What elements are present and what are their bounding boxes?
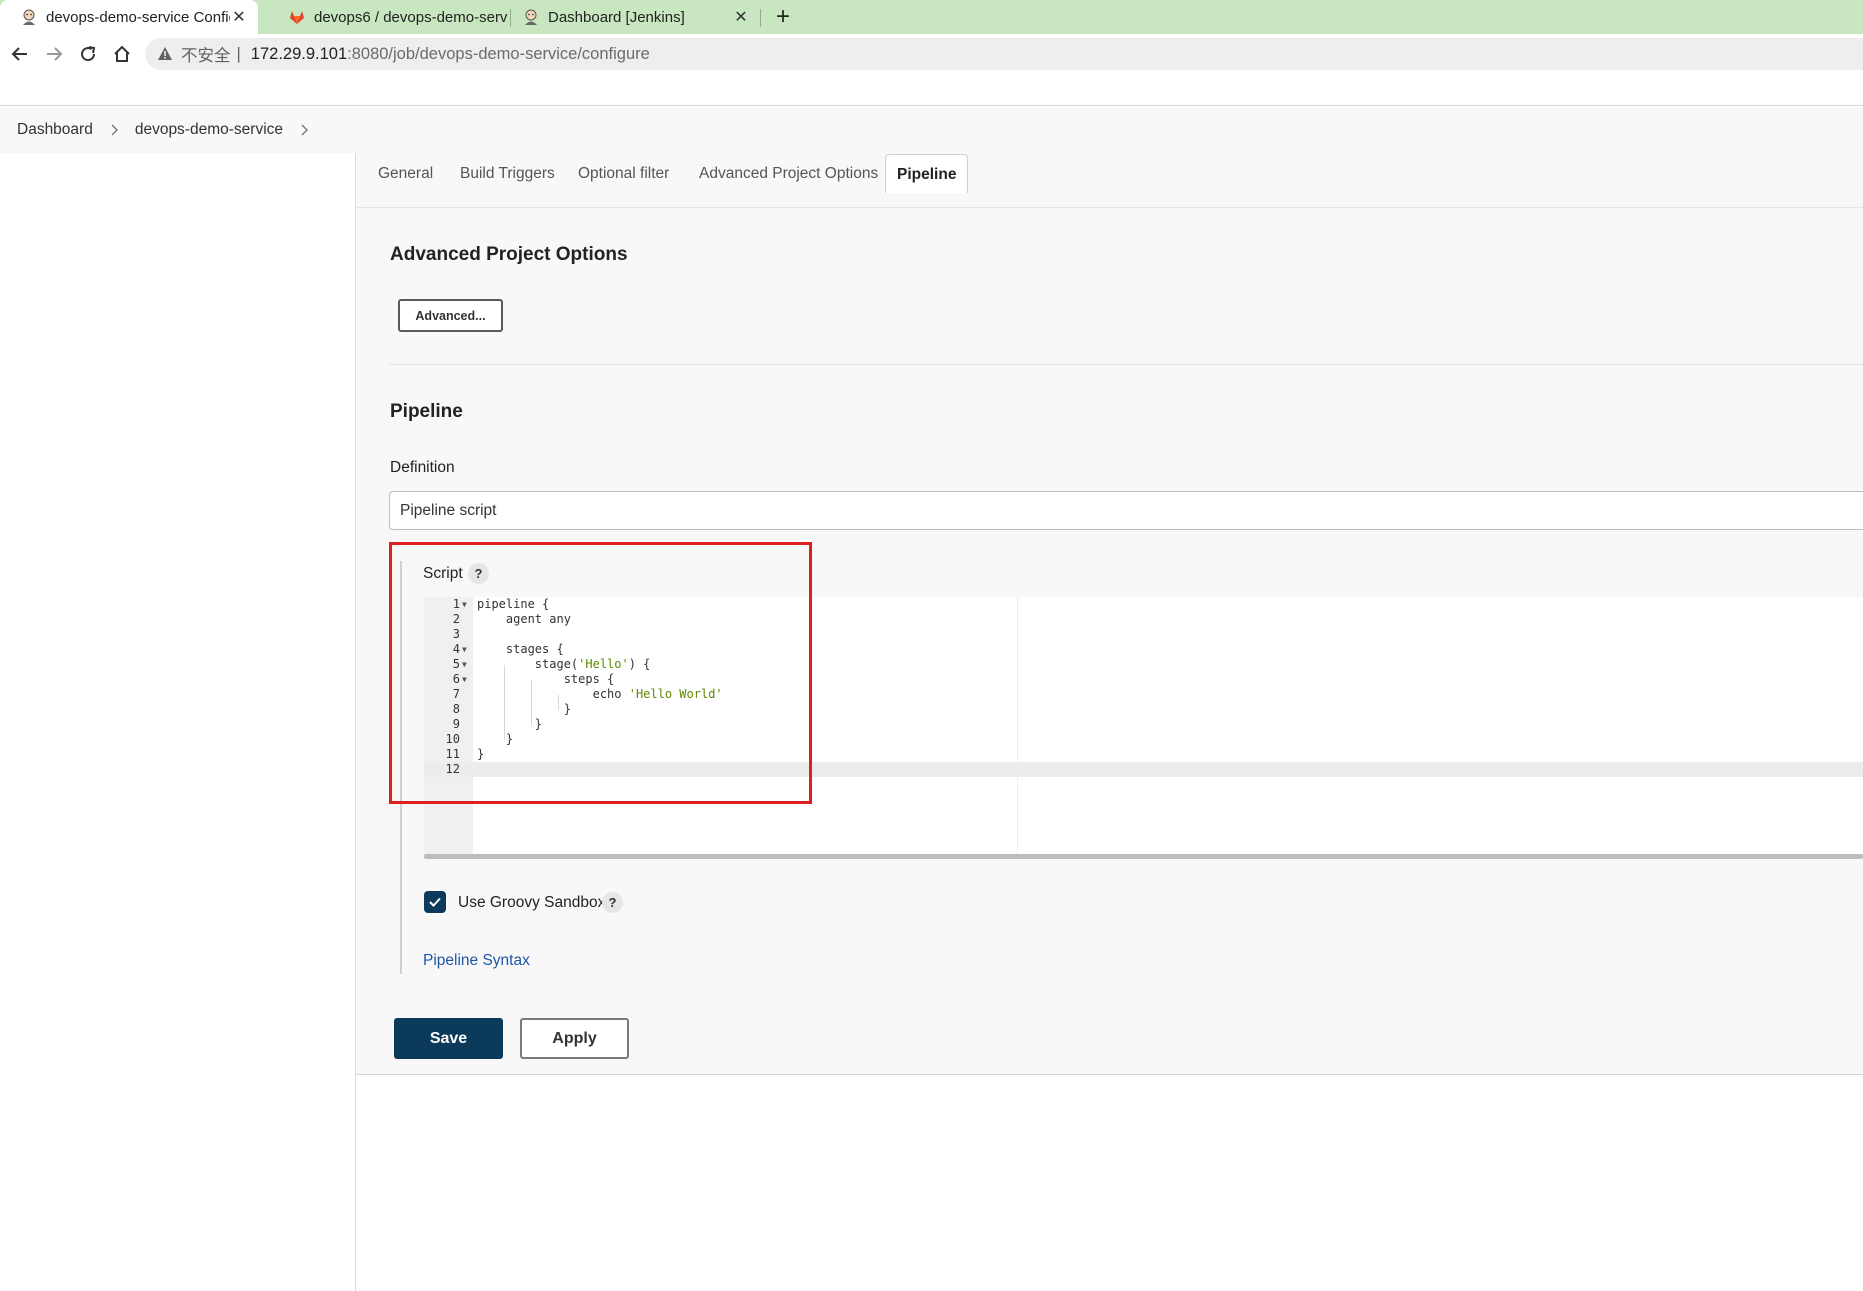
section-title-pipeline: Pipeline [390, 401, 463, 422]
back-button[interactable] [6, 40, 34, 68]
definition-label: Definition [390, 459, 455, 476]
jenkins-icon [522, 8, 540, 26]
browser-toolbar: 不安全 | 172.29.9.101 :8080/job/devops-demo… [0, 34, 1863, 74]
section-title-advanced: Advanced Project Options [390, 244, 628, 265]
advanced-button[interactable]: Advanced... [398, 299, 503, 332]
tab-pipeline[interactable]: Pipeline [885, 154, 969, 193]
home-button[interactable] [108, 40, 136, 68]
breadcrumb-dashboard[interactable]: Dashboard [17, 121, 93, 139]
browser-tab-dashboard[interactable]: Dashboard [Jenkins] ✕ [502, 0, 760, 34]
tab-general[interactable]: General [378, 165, 433, 191]
tab-build-triggers[interactable]: Build Triggers [460, 165, 555, 191]
chevron-right-icon[interactable] [301, 124, 309, 136]
save-button[interactable]: Save [394, 1018, 503, 1059]
config-tabbar: General Build Triggers Optional filter A… [356, 153, 1863, 208]
tab-optional-filter[interactable]: Optional filter [578, 165, 669, 191]
gitlab-icon [288, 8, 306, 26]
arrow-left-icon [11, 47, 27, 61]
chevron-right-icon [111, 124, 119, 136]
address-bar[interactable]: 不安全 | 172.29.9.101 :8080/job/devops-demo… [145, 38, 1863, 70]
browser-tab-config[interactable]: devops-demo-service Config [ ✕ [0, 0, 258, 34]
address-host: 172.29.9.101 [250, 44, 348, 63]
jenkins-header [0, 74, 1863, 106]
section-divider [389, 364, 1863, 365]
forward-button[interactable] [40, 40, 68, 68]
check-icon [429, 897, 441, 907]
groovy-sandbox-label[interactable]: Use Groovy Sandbox [458, 894, 605, 912]
address-path: :8080/job/devops-demo-service/configure [347, 44, 650, 63]
home-icon [114, 45, 130, 62]
close-icon[interactable]: ✕ [732, 8, 750, 26]
browser-tab-title: devops6 / devops-demo-servi [314, 8, 508, 26]
tab-advanced-project-options[interactable]: Advanced Project Options [699, 165, 878, 191]
browser-tab-gitlab[interactable]: devops6 / devops-demo-servi [268, 0, 508, 34]
annotation-highlight-box [389, 542, 812, 804]
browser-tabstrip: devops-demo-service Config [ ✕ devops6 /… [0, 0, 1863, 34]
breadcrumb: Dashboard devops-demo-service [0, 107, 1863, 153]
jenkins-icon [20, 8, 38, 26]
security-label: 不安全 [181, 47, 231, 65]
reload-button[interactable] [74, 40, 102, 68]
tab-divider [760, 9, 761, 27]
pipeline-syntax-link[interactable]: Pipeline Syntax [423, 952, 530, 970]
side-panel [0, 153, 356, 1291]
warning-icon[interactable] [157, 46, 173, 62]
arrow-right-icon [47, 47, 63, 61]
browser-tab-title: Dashboard [Jenkins] [548, 8, 685, 26]
help-icon[interactable]: ? [602, 892, 623, 913]
groovy-sandbox-checkbox[interactable] [424, 891, 446, 913]
new-tab-button[interactable]: + [770, 3, 796, 30]
address-separator: | [236, 44, 241, 63]
editor-horizontal-scrollbar[interactable] [424, 854, 1863, 859]
reload-icon [81, 46, 96, 62]
breadcrumb-job[interactable]: devops-demo-service [135, 121, 283, 139]
definition-select[interactable]: Pipeline script [389, 491, 1863, 530]
apply-button[interactable]: Apply [520, 1018, 629, 1059]
browser-tab-title: devops-demo-service Config [ [46, 8, 230, 26]
close-icon[interactable]: ✕ [230, 8, 248, 26]
